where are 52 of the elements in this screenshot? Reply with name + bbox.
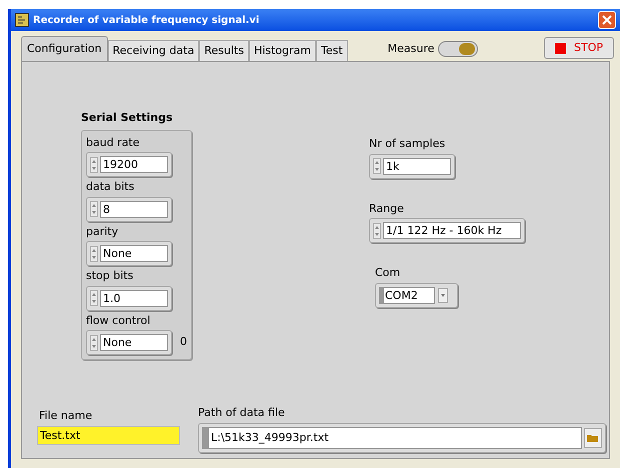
spin-control[interactable]: 8	[86, 196, 172, 222]
path-control[interactable]: L:\51k33_49993pr.txt	[198, 423, 606, 453]
tab[interactable]: Results	[199, 40, 249, 61]
control-label: stop bits	[86, 268, 134, 284]
tab[interactable]: Configuration	[21, 36, 108, 61]
control-label: Path of data file	[198, 404, 286, 420]
increment-arrows-icon[interactable]	[90, 290, 98, 306]
increment-arrows-icon[interactable]	[373, 158, 381, 174]
measure-label: Measure	[388, 40, 434, 56]
tab[interactable]: Test	[316, 40, 348, 61]
value-field[interactable]: None	[100, 245, 168, 262]
control-label: baud rate	[86, 134, 141, 150]
control-label: File name	[38, 408, 94, 424]
tab[interactable]: Histogram	[248, 40, 316, 61]
close-icon	[602, 15, 612, 25]
stop-icon	[555, 42, 566, 54]
spin-control[interactable]: None	[86, 241, 172, 266]
indicator-value: 0	[180, 334, 187, 350]
control-label: Range	[369, 200, 405, 216]
group-title: Serial Settings	[81, 110, 174, 126]
spin-control[interactable]: 19200	[86, 152, 172, 177]
value-field[interactable]: None	[100, 334, 168, 351]
control-label: flow control	[86, 312, 152, 328]
folder-icon	[587, 434, 599, 442]
increment-arrows-icon[interactable]	[90, 201, 98, 217]
measure-switch[interactable]	[438, 40, 478, 57]
control-label: Com	[375, 265, 402, 281]
value-field[interactable]: 1/1 122 Hz - 160k Hz	[383, 222, 521, 239]
control-label: parity	[86, 224, 120, 240]
value-field[interactable]: 19200	[100, 156, 168, 173]
value-field[interactable]: 8	[100, 200, 168, 218]
value-field[interactable]: COM2	[379, 286, 435, 304]
value-field[interactable]: 1.0	[100, 290, 168, 306]
control-label: Nr of samples	[369, 136, 446, 152]
spin-control[interactable]: None	[86, 330, 172, 355]
tab[interactable]: Receiving data	[108, 40, 200, 61]
spin-control[interactable]: 1k	[369, 154, 455, 178]
spin-control[interactable]: 1.0	[86, 286, 172, 310]
control-label: data bits	[86, 179, 136, 195]
file-name-field[interactable]: Test.txt	[37, 426, 180, 445]
spin-control[interactable]: 1/1 122 Hz - 160k Hz	[369, 218, 525, 243]
close-button[interactable]	[598, 11, 616, 29]
value-field[interactable]: 1k	[383, 158, 451, 174]
com-dropdown[interactable]: COM2	[375, 282, 458, 308]
window-title: Recorder of variable frequency signal.vi	[33, 14, 260, 28]
stop-button[interactable]: STOP	[544, 37, 614, 59]
increment-arrows-icon[interactable]	[90, 246, 98, 262]
increment-arrows-icon[interactable]	[373, 222, 381, 238]
increment-arrows-icon[interactable]	[90, 334, 98, 350]
increment-arrows-icon[interactable]	[90, 156, 98, 172]
browse-button[interactable]	[584, 428, 602, 448]
value-field[interactable]: L:\51k33_49993pr.txt	[202, 427, 582, 449]
